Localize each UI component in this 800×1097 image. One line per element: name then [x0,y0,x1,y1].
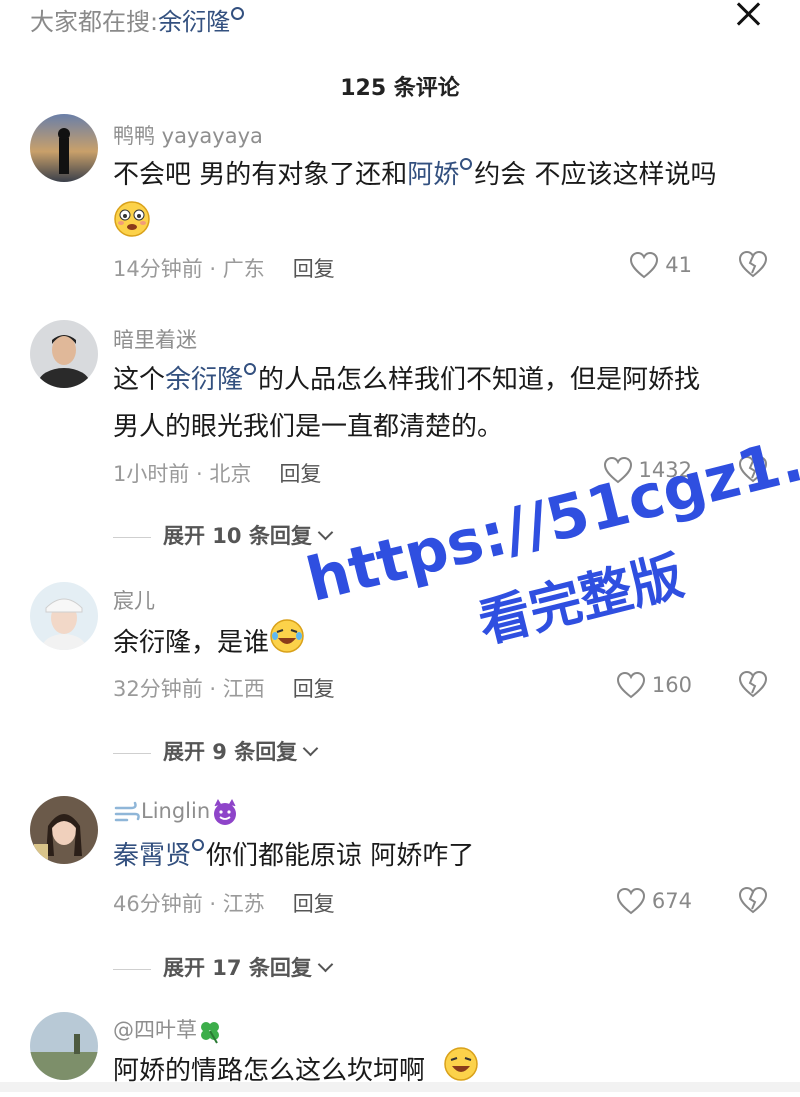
search-suggestion-keyword[interactable]: 余衍隆 [158,8,230,36]
comment-meta: 32分钟前 · 江西 回复 [113,673,335,703]
emoji-grin-icon [113,200,151,242]
comment-text-part: 不会吧 男的有对象了还和 [113,160,408,190]
emoji-laugh-icon [269,618,305,669]
comment-time-location: 46分钟前 · 江苏 [113,892,265,916]
like-button[interactable]: 41 [629,250,692,280]
watermark: https://51cgz1.com 看完整版 [300,391,800,790]
wind-icon [114,801,140,822]
bottom-input-bar[interactable] [0,1082,800,1092]
expand-replies-button[interactable]: 展开 17 条回复 [113,952,334,982]
comment-meta: 46分钟前 · 江苏 回复 [113,888,335,918]
like-count: 41 [665,253,692,277]
comment-text-part: 约会 不应该这样说吗 [474,160,717,190]
smiling-devil-icon [214,798,237,825]
comment-text-part: 你们都能原谅 阿娇咋了 [206,841,475,871]
heart-icon [603,456,632,484]
comment-count-title: 125 条评论 [340,76,460,101]
comment-text: 不会吧 男的有对象了还和阿娇 约会 不应该这样说吗 [113,152,717,198]
search-icon [460,158,473,170]
broken-heart-icon [738,670,768,698]
username-label: Linglin [141,799,211,823]
search-icon [192,839,205,851]
expand-replies-label: 展开 10 条回复 [163,524,312,548]
comment-time-location: 1小时前 · 北京 [113,462,252,486]
dislike-button[interactable] [738,886,768,916]
comment-text-part: 余衍隆，是谁 [113,628,270,658]
dislike-button[interactable] [738,250,768,280]
chevron-down-icon [302,740,319,757]
comment-text: 余衍隆，是谁 [113,618,305,669]
heart-icon [616,887,645,915]
broken-heart-icon [738,455,768,483]
comment-meta: 1小时前 · 北京 回复 [113,458,321,488]
avatar[interactable] [30,796,98,864]
username[interactable]: 宸儿 [113,585,155,615]
reply-button[interactable]: 回复 [293,257,335,281]
like-button[interactable]: 1432 [603,455,692,485]
watermark-url: https://51cgz1.com [300,391,800,616]
reply-button[interactable]: 回复 [293,677,335,701]
expand-replies-button[interactable]: 展开 9 条回复 [113,736,319,766]
chevron-down-icon [317,956,334,973]
search-suggestion-prefix: 大家都在搜: [30,8,159,36]
avatar[interactable] [30,1012,98,1080]
chevron-down-icon [317,524,334,541]
expand-replies-button[interactable]: 展开 10 条回复 [113,520,334,550]
keyword-label: 余衍隆 [165,365,244,395]
keyword-label: 阿娇 [407,160,460,190]
username[interactable]: @四叶草 [113,1014,223,1044]
heart-icon [616,671,645,699]
like-button[interactable]: 674 [616,886,692,916]
comment-text-part: 这个 [113,365,166,395]
avatar[interactable] [30,582,98,650]
search-suggestion[interactable]: 大家都在搜:余衍隆 [30,2,245,42]
username[interactable]: 鸭鸭 yayayaya [113,120,263,150]
keyword-label: 秦霄贤 [113,841,192,871]
avatar[interactable] [30,114,98,182]
username[interactable]: Linglin [113,798,240,826]
search-icon [231,7,245,20]
like-count: 160 [651,673,692,697]
search-icon [244,363,257,375]
expand-replies-label: 展开 17 条回复 [163,956,312,980]
watermark-caption: 看完整版 [472,546,690,655]
like-count: 1432 [638,458,692,482]
like-button[interactable]: 160 [616,670,692,700]
broken-heart-icon [738,886,768,914]
username[interactable]: 暗里着迷 [113,324,197,354]
divider [113,752,151,754]
dislike-button[interactable] [738,455,768,485]
comment-text: 这个余衍隆 的人品怎么样我们不知道，但是阿娇找 [113,357,700,403]
reply-button[interactable]: 回复 [293,892,335,916]
reply-button[interactable]: 回复 [279,462,321,486]
divider [113,536,151,538]
comment-meta: 14分钟前 · 广东 回复 [113,253,335,283]
comment-text-line: 男人的眼光我们是一直都清楚的。 [113,412,504,442]
comment-text: 秦霄贤 你们都能原谅 阿娇咋了 [113,833,474,879]
broken-heart-icon [738,250,768,278]
expand-replies-label: 展开 9 条回复 [163,740,298,764]
comment-keyword-link[interactable]: 秦霄贤 [113,839,206,871]
heart-icon [630,251,659,279]
like-count: 674 [651,889,692,913]
avatar[interactable] [30,320,98,388]
comment-keyword-link[interactable]: 阿娇 [407,158,474,190]
comment-time-location: 32分钟前 · 江西 [113,677,265,701]
divider [113,968,151,970]
dislike-button[interactable] [738,670,768,700]
comment-keyword-link[interactable]: 余衍隆 [165,363,258,395]
four-leaf-clover-icon [201,1022,219,1044]
comment-text-part: 的人品怎么样我们不知道，但是阿娇找 [258,365,701,395]
username-label: @四叶草 [113,1018,197,1042]
close-button[interactable] [733,0,763,28]
comment-time-location: 14分钟前 · 广东 [113,257,265,281]
